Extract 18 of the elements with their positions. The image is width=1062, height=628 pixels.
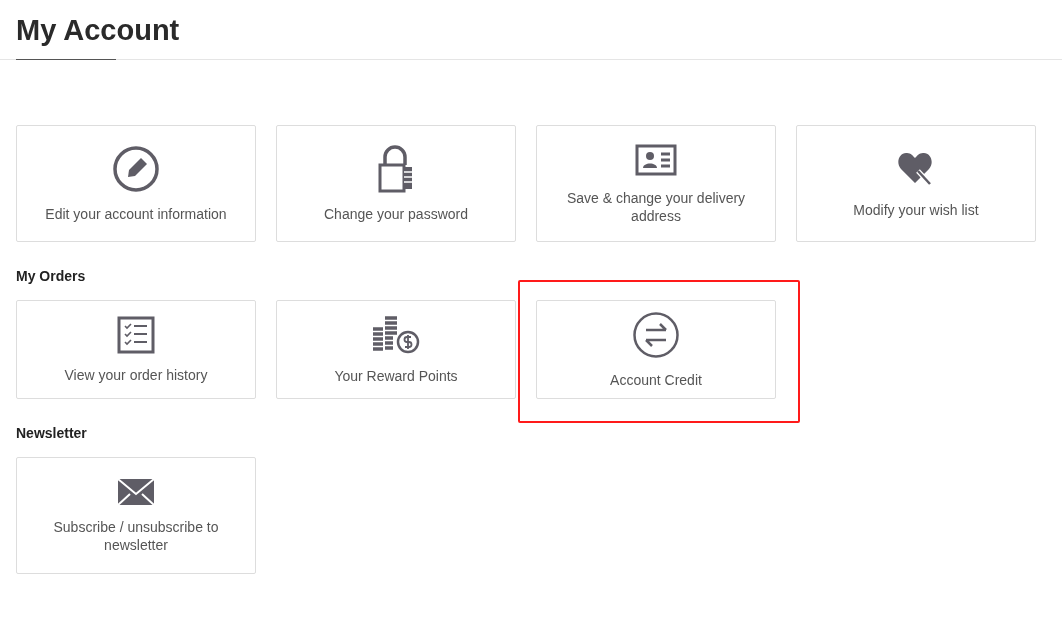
section-heading: Newsletter bbox=[16, 424, 88, 442]
account-option-card[interactable]: Edit your account information bbox=[16, 125, 256, 242]
section-heading: My Orders bbox=[16, 267, 87, 285]
account-option-card[interactable]: Save & change your delivery address bbox=[536, 125, 776, 242]
account-option-card[interactable]: Account Credit bbox=[536, 300, 776, 399]
account-option-card[interactable]: Your Reward Points bbox=[276, 300, 516, 399]
exchange-arrows-icon bbox=[632, 310, 680, 359]
padlock-icon bbox=[378, 144, 414, 193]
page-title: My Account bbox=[16, 13, 180, 48]
id-card-icon bbox=[635, 142, 677, 177]
account-option-card[interactable]: Subscribe / unsubscribe to newsletter bbox=[16, 457, 256, 574]
account-option-card[interactable]: View your order history bbox=[16, 300, 256, 399]
account-option-card[interactable]: Change your password bbox=[276, 125, 516, 242]
account-option-card[interactable]: Modify your wish list bbox=[796, 125, 1036, 242]
coin-stack-icon bbox=[372, 314, 420, 355]
envelope-icon bbox=[117, 477, 155, 506]
pencil-circle-icon bbox=[112, 144, 160, 193]
checklist-icon bbox=[117, 315, 155, 354]
